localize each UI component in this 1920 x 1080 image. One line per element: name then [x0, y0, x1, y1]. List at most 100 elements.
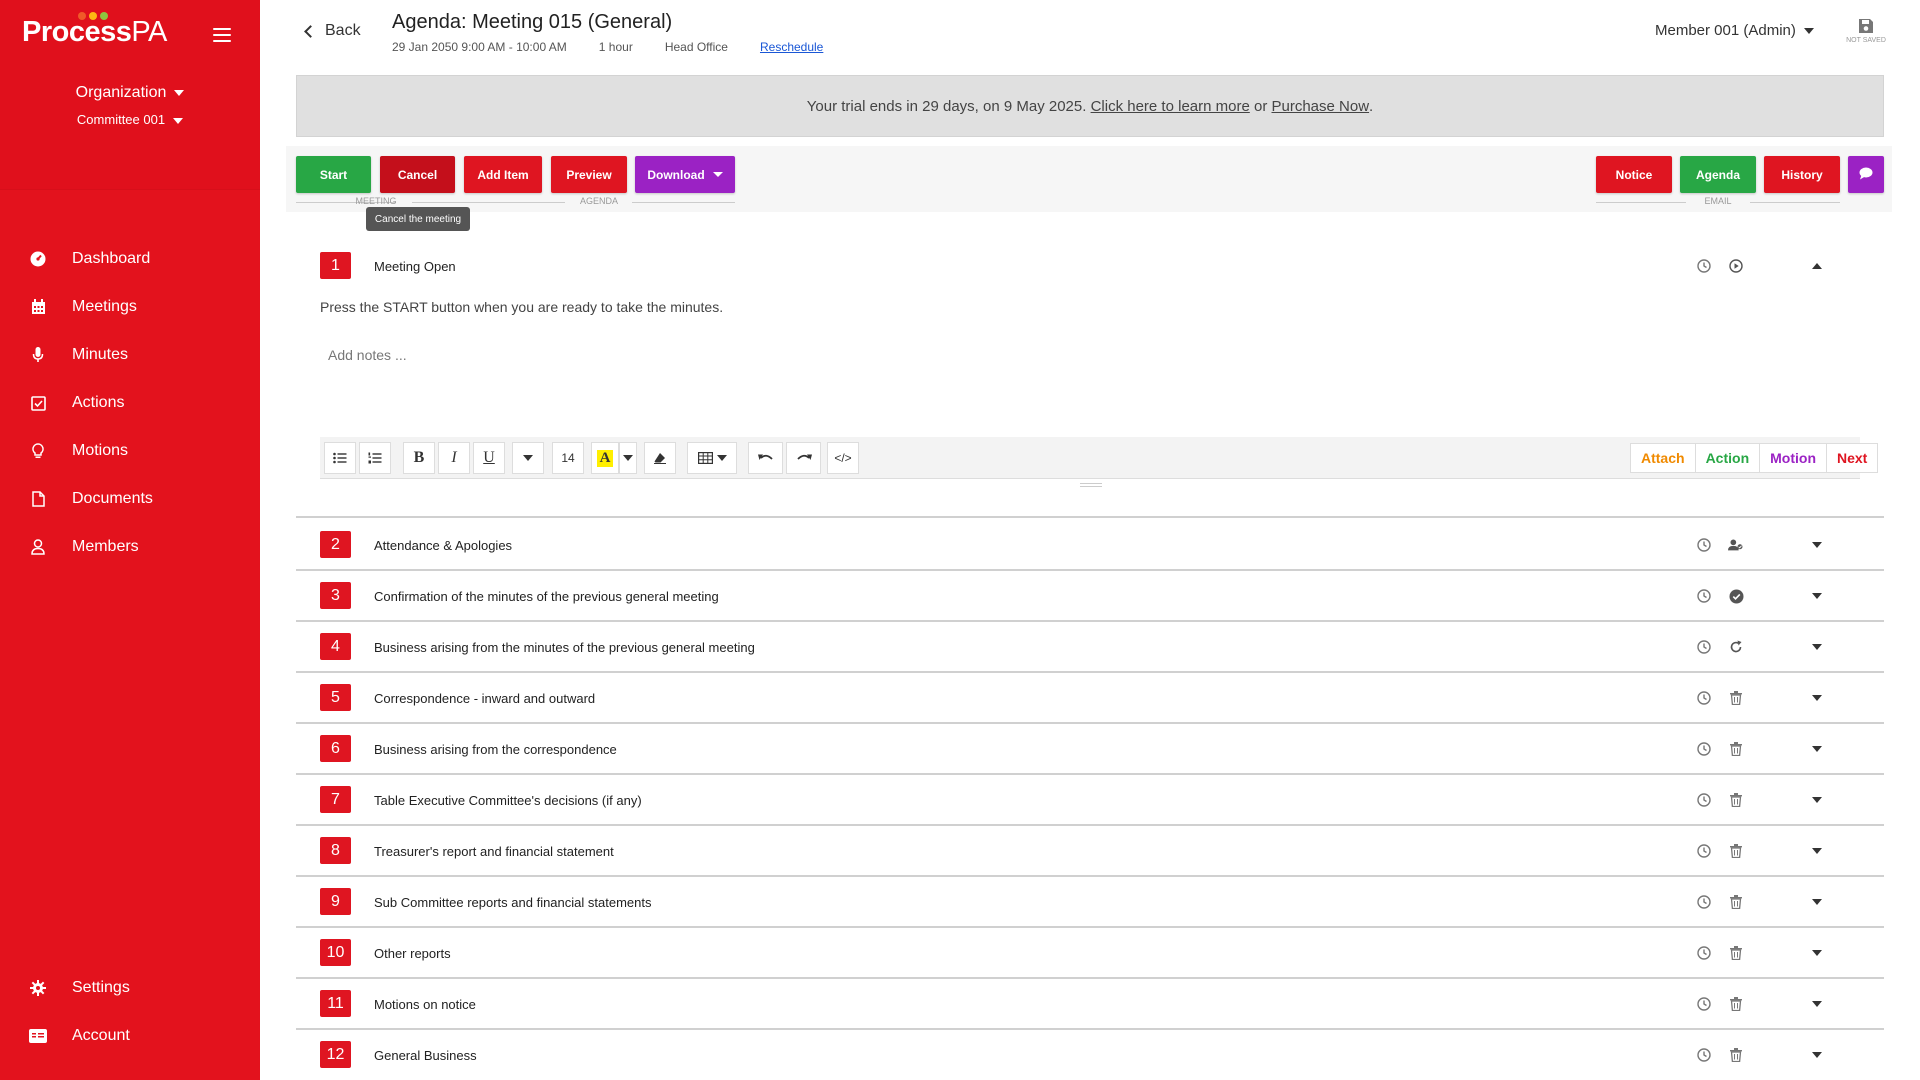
italic-icon[interactable]: I — [438, 442, 470, 474]
clock-icon[interactable] — [1696, 741, 1712, 757]
attach-button[interactable]: Attach — [1631, 444, 1696, 472]
item-title[interactable]: Motions on notice — [374, 997, 476, 1012]
trash-icon[interactable] — [1728, 1047, 1744, 1063]
clock-icon[interactable] — [1696, 996, 1712, 1012]
organization-select[interactable]: Organization — [0, 84, 260, 102]
trash-icon[interactable] — [1728, 843, 1744, 859]
save-status[interactable]: NOT SAVED — [1838, 18, 1894, 44]
collapse-icon[interactable] — [1809, 258, 1825, 274]
item-title[interactable]: Confirmation of the minutes of the previ… — [374, 589, 719, 604]
add-item-button[interactable]: Add Item — [464, 156, 542, 193]
back-button[interactable]: Back — [304, 22, 361, 40]
eraser-icon[interactable] — [644, 442, 676, 474]
trash-icon[interactable] — [1728, 945, 1744, 961]
redo-icon[interactable] — [786, 442, 821, 474]
font-style-dropdown[interactable] — [512, 442, 544, 474]
purchase-now-link[interactable]: Purchase Now — [1272, 98, 1370, 115]
sidebar-item-dashboard[interactable]: Dashboard — [0, 235, 260, 283]
bullet-list-icon[interactable] — [324, 442, 356, 474]
color-dropdown[interactable] — [619, 442, 637, 474]
agenda-item-row[interactable]: 8 Treasurer's report and financial state… — [296, 826, 1884, 877]
cancel-button[interactable]: Cancel — [380, 156, 455, 193]
history-button[interactable]: History — [1764, 156, 1840, 193]
expand-icon[interactable] — [1809, 537, 1825, 553]
item-title[interactable]: Treasurer's report and financial stateme… — [374, 844, 614, 859]
sidebar-item-minutes[interactable]: Minutes — [0, 331, 260, 379]
start-button[interactable]: Start — [296, 156, 371, 193]
chat-button[interactable] — [1848, 156, 1884, 193]
resize-handle[interactable] — [1080, 483, 1102, 487]
committee-select[interactable]: Committee 001 — [0, 112, 260, 127]
motion-button[interactable]: Motion — [1760, 444, 1827, 472]
trash-icon[interactable] — [1728, 690, 1744, 706]
font-size-select[interactable]: 14 — [552, 442, 584, 474]
clock-icon[interactable] — [1696, 690, 1712, 706]
reschedule-link[interactable]: Reschedule — [760, 40, 823, 54]
trash-icon[interactable] — [1728, 996, 1744, 1012]
clock-icon[interactable] — [1696, 945, 1712, 961]
agenda-item-row[interactable]: 5 Correspondence - inward and outward — [296, 673, 1884, 724]
agenda-item-row[interactable]: 9 Sub Committee reports and financial st… — [296, 877, 1884, 928]
clock-icon[interactable] — [1696, 258, 1712, 274]
user-menu[interactable]: Member 001 (Admin) — [1655, 22, 1814, 39]
item-title[interactable]: Business arising from the minutes of the… — [374, 640, 755, 655]
clock-icon[interactable] — [1696, 792, 1712, 808]
notice-email-button[interactable]: Notice — [1596, 156, 1672, 193]
clock-icon[interactable] — [1696, 588, 1712, 604]
agenda-item-row[interactable]: 6 Business arising from the corresponden… — [296, 724, 1884, 775]
notes-input[interactable] — [320, 340, 1820, 370]
table-icon[interactable] — [687, 442, 737, 474]
next-button[interactable]: Next — [1827, 444, 1877, 472]
trash-icon[interactable] — [1728, 792, 1744, 808]
item-title[interactable]: General Business — [374, 1048, 477, 1063]
expand-icon[interactable] — [1809, 690, 1825, 706]
expand-icon[interactable] — [1809, 588, 1825, 604]
expand-icon[interactable] — [1809, 741, 1825, 757]
item-title[interactable]: Correspondence - inward and outward — [374, 691, 595, 706]
play-circle-icon[interactable] — [1728, 258, 1744, 274]
underline-icon[interactable]: U — [473, 442, 505, 474]
sidebar-item-members[interactable]: Members — [0, 523, 260, 571]
expand-icon[interactable] — [1809, 945, 1825, 961]
expand-icon[interactable] — [1809, 639, 1825, 655]
download-button[interactable]: Download — [635, 156, 735, 193]
agenda-item-row[interactable]: 12 General Business — [296, 1030, 1884, 1078]
item-title[interactable]: Table Executive Committee's decisions (i… — [374, 793, 642, 808]
item-title[interactable]: Business arising from the correspondence — [374, 742, 617, 757]
agenda-email-button[interactable]: Agenda — [1680, 156, 1756, 193]
sidebar-item-account[interactable]: Account — [0, 1012, 260, 1060]
code-view-icon[interactable]: </> — [827, 442, 859, 474]
clock-icon[interactable] — [1696, 537, 1712, 553]
action-button[interactable]: Action — [1696, 444, 1761, 472]
clock-icon[interactable] — [1696, 1047, 1712, 1063]
trash-icon[interactable] — [1728, 741, 1744, 757]
expand-icon[interactable] — [1809, 1047, 1825, 1063]
app-logo[interactable]: ProcessPA — [22, 16, 167, 49]
agenda-item-row[interactable]: 11 Motions on notice — [296, 979, 1884, 1030]
sidebar-item-settings[interactable]: Settings — [0, 964, 260, 1012]
sidebar-item-motions[interactable]: Motions — [0, 427, 260, 475]
sidebar-item-documents[interactable]: Documents — [0, 475, 260, 523]
attendance-icon[interactable] — [1728, 537, 1744, 553]
item-title[interactable]: Sub Committee reports and financial stat… — [374, 895, 651, 910]
agenda-item-row[interactable]: 4 Business arising from the minutes of t… — [296, 622, 1884, 673]
item-title[interactable]: Attendance & Apologies — [374, 538, 512, 553]
agenda-item-row[interactable]: 3 Confirmation of the minutes of the pre… — [296, 571, 1884, 622]
numbered-list-icon[interactable] — [359, 442, 391, 474]
trash-icon[interactable] — [1728, 894, 1744, 910]
clock-icon[interactable] — [1696, 843, 1712, 859]
hamburger-menu-icon[interactable] — [213, 28, 231, 42]
expand-icon[interactable] — [1809, 843, 1825, 859]
undo-icon[interactable] — [748, 442, 783, 474]
expand-icon[interactable] — [1809, 792, 1825, 808]
learn-more-link[interactable]: Click here to learn more — [1091, 98, 1250, 115]
expand-icon[interactable] — [1809, 996, 1825, 1012]
item-title[interactable]: Meeting Open — [374, 259, 456, 274]
sidebar-item-meetings[interactable]: Meetings — [0, 283, 260, 331]
preview-button[interactable]: Preview — [551, 156, 627, 193]
expand-icon[interactable] — [1809, 894, 1825, 910]
check-circle-icon[interactable] — [1728, 588, 1744, 604]
sidebar-item-actions[interactable]: Actions — [0, 379, 260, 427]
clock-icon[interactable] — [1696, 894, 1712, 910]
agenda-item-row[interactable]: 10 Other reports — [296, 928, 1884, 979]
